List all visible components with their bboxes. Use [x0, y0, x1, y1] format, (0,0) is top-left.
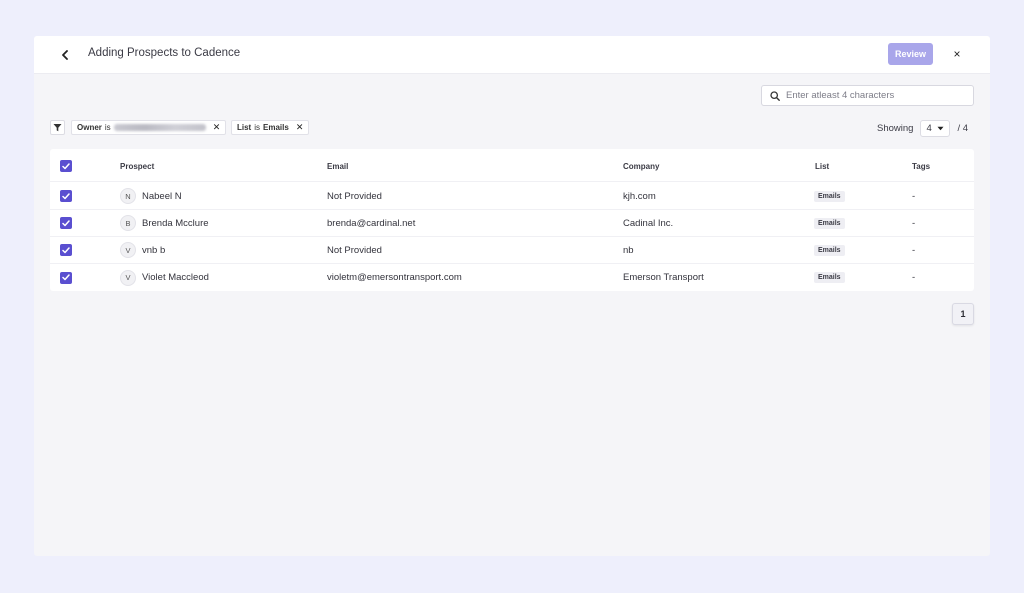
prospect-name: Violet Maccleod — [142, 272, 209, 283]
prospect-company: Cadinal Inc. — [623, 217, 674, 229]
row-checkbox[interactable] — [60, 190, 72, 202]
avatar: B — [120, 215, 136, 231]
checkmark-icon — [62, 246, 70, 253]
page-size-select[interactable]: 4 — [920, 120, 951, 137]
list-badge: Emails — [814, 244, 845, 256]
table-row[interactable]: B Brenda Mcclure brenda@cardinal.net Cad… — [50, 210, 974, 237]
prospect-tags: - — [912, 217, 916, 229]
filter-list-value: Emails — [263, 123, 289, 132]
prospect-email: violetm@emersontransport.com — [327, 272, 462, 283]
prospect-email: brenda@cardinal.net — [327, 217, 416, 229]
prospect-name: Brenda Mcclure — [142, 217, 209, 229]
page-size-value: 4 — [926, 123, 932, 134]
checkmark-icon — [62, 274, 70, 281]
checkmark-icon — [62, 192, 70, 199]
prospect-company: nb — [623, 244, 634, 256]
prospect-email: Not Provided — [327, 190, 382, 202]
showing-control: Showing 4 / 4 — [877, 120, 968, 137]
showing-label: Showing — [877, 123, 914, 134]
filter-chip-list: List is Emails ✕ — [231, 120, 310, 135]
search-input[interactable] — [786, 90, 966, 101]
prospect-tags: - — [912, 190, 916, 202]
avatar: N — [120, 188, 136, 204]
prospect-company: kjh.com — [623, 190, 656, 202]
column-header-company[interactable]: Company — [623, 162, 659, 171]
prospect-tags: - — [912, 244, 916, 256]
row-checkbox[interactable] — [60, 271, 72, 284]
chevron-left-icon — [62, 50, 68, 60]
search-box — [761, 85, 974, 106]
showing-total: / 4 — [957, 123, 969, 134]
checkmark-icon — [62, 162, 70, 169]
avatar: V — [120, 242, 136, 258]
page-title: Adding Prospects to Cadence — [88, 47, 241, 59]
table-row[interactable]: V vnb b Not Provided nb Emails - — [50, 237, 974, 264]
add-prospects-modal: Adding Prospects to Cadence Review × Own… — [34, 36, 990, 556]
column-header-prospect[interactable]: Prospect — [120, 162, 154, 171]
table-row[interactable]: N Nabeel N Not Provided kjh.com Emails - — [50, 183, 974, 210]
pagination-page-button[interactable]: 1 — [952, 303, 974, 325]
row-checkbox[interactable] — [60, 217, 72, 229]
column-header-list[interactable]: List — [815, 162, 829, 171]
review-button[interactable]: Review — [888, 43, 933, 65]
table-header-row: Prospect Email Company List Tags — [50, 151, 974, 182]
close-button[interactable]: × — [949, 46, 965, 62]
filter-owner-key: Owner — [77, 123, 102, 132]
filter-owner-value-redacted — [113, 124, 206, 131]
filter-icon — [53, 124, 62, 132]
table-row[interactable]: V Violet Maccleod violetm@emersontranspo… — [50, 264, 974, 291]
close-icon: × — [953, 47, 961, 61]
back-button[interactable] — [56, 47, 74, 63]
search-icon — [770, 90, 780, 101]
remove-list-filter-icon[interactable]: ✕ — [296, 122, 304, 133]
prospect-tags: - — [912, 272, 916, 283]
avatar: V — [120, 269, 136, 286]
caret-down-icon — [937, 126, 944, 131]
list-badge: Emails — [814, 190, 845, 202]
prospect-name: Nabeel N — [142, 190, 182, 202]
prospects-table: Prospect Email Company List Tags N Nabee… — [50, 149, 974, 291]
remove-owner-filter-icon[interactable]: ✕ — [213, 122, 221, 133]
modal-header: Adding Prospects to Cadence Review × — [34, 36, 990, 74]
prospect-company: Emerson Transport — [623, 272, 704, 283]
column-header-tags[interactable]: Tags — [912, 162, 930, 171]
list-badge: Emails — [814, 272, 845, 283]
filter-button[interactable] — [50, 120, 65, 135]
prospect-email: Not Provided — [327, 244, 382, 256]
column-header-email[interactable]: Email — [327, 162, 348, 171]
filter-owner-op: is — [104, 123, 111, 132]
row-checkbox[interactable] — [60, 244, 72, 256]
filter-list-key: List — [237, 123, 252, 132]
prospect-name: vnb b — [142, 244, 166, 256]
select-all-checkbox[interactable] — [60, 160, 72, 172]
filter-chip-owner: Owner is ✕ — [71, 120, 227, 135]
checkmark-icon — [62, 219, 70, 226]
list-badge: Emails — [814, 217, 845, 229]
filter-list-op: is — [254, 123, 261, 132]
